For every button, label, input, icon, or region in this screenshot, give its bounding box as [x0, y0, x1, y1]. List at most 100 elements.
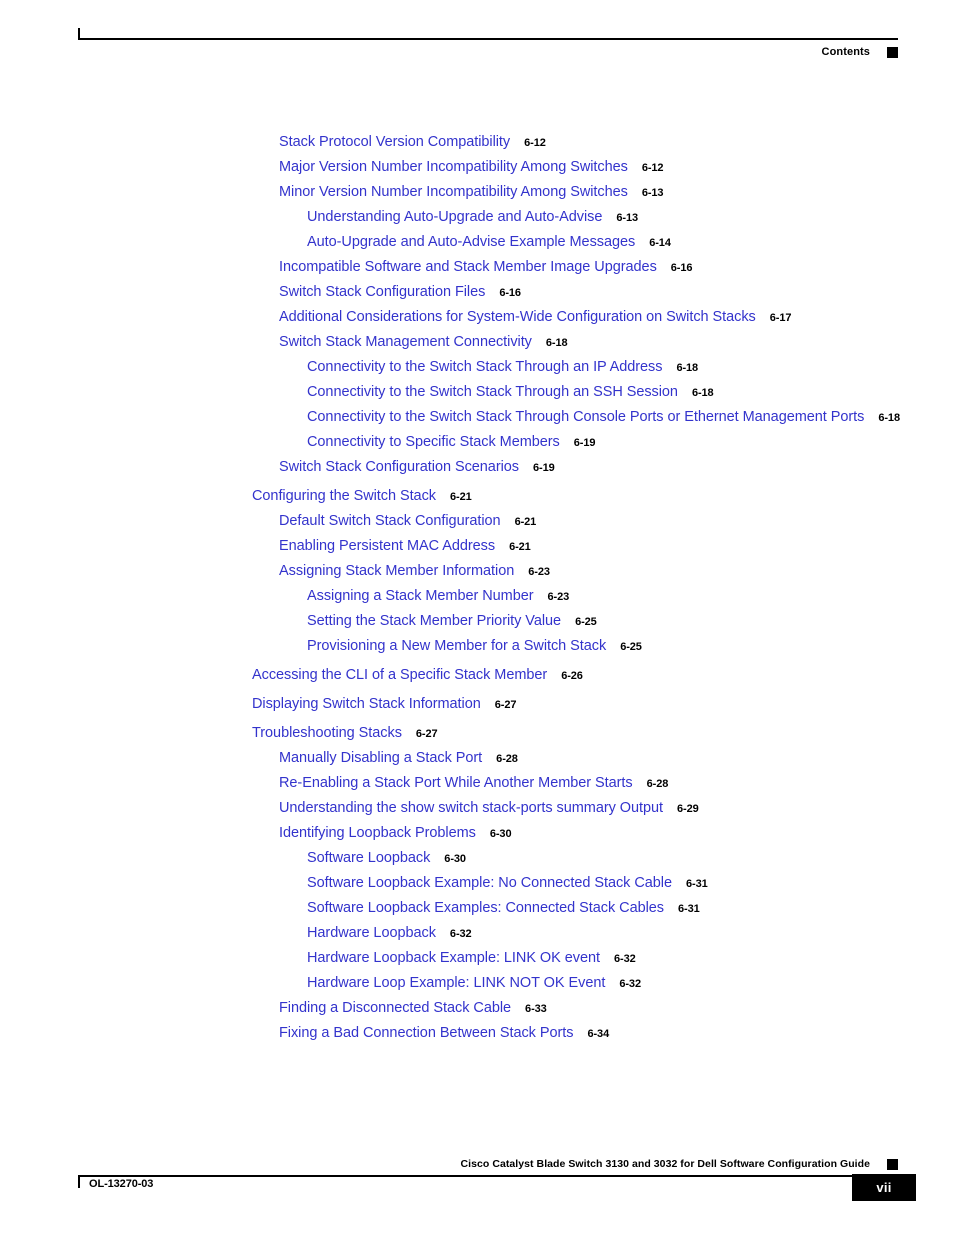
toc-entry-page-number: 6-21	[514, 516, 537, 528]
toc-entry-title[interactable]: Hardware Loopback	[307, 925, 436, 941]
toc-entry-page-number: 6-21	[449, 491, 472, 503]
toc-entry-title[interactable]: Stack Protocol Version Compatibility	[279, 134, 510, 150]
toc-entry-title[interactable]: Re-Enabling a Stack Port While Another M…	[279, 775, 633, 791]
toc-entry-page-number: 6-28	[496, 753, 518, 765]
footer-rule-tick	[78, 1175, 80, 1188]
toc-entry[interactable]: Provisioning a New Member for a Switch S…	[0, 638, 954, 663]
toc-entry-page-number: 6-32	[619, 978, 641, 990]
toc-entry[interactable]: Fixing a Bad Connection Between Stack Po…	[0, 1025, 954, 1050]
toc-entry-title[interactable]: Fixing a Bad Connection Between Stack Po…	[279, 1025, 574, 1041]
toc-entry[interactable]: Switch Stack Management Connectivity 6-18	[0, 334, 954, 359]
toc-entry-page-number: 6-18	[691, 387, 714, 399]
toc-entry-title[interactable]: Configuring the Switch Stack	[252, 488, 436, 504]
toc-entry-title[interactable]: Switch Stack Configuration Scenarios	[279, 459, 519, 475]
toc-entry-title[interactable]: Additional Considerations for System-Wid…	[279, 309, 756, 325]
toc-entry-page-number: 6-34	[587, 1028, 610, 1040]
toc-entry[interactable]: Additional Considerations for System-Wid…	[0, 309, 954, 334]
toc-entry-title[interactable]: Understanding Auto-Upgrade and Auto-Advi…	[307, 209, 602, 225]
toc-entry-page-number: 6-16	[670, 262, 693, 274]
toc-entry-title[interactable]: Assigning a Stack Member Number	[307, 588, 534, 604]
toc-entry[interactable]: Enabling Persistent MAC Address 6-21	[0, 538, 954, 563]
toc-entry[interactable]: Major Version Number Incompatibility Amo…	[0, 159, 954, 184]
toc-entry[interactable]: Configuring the Switch Stack 6-21	[0, 488, 954, 513]
toc-entry[interactable]: Hardware Loopback Example: LINK OK event…	[0, 950, 954, 975]
toc-entry[interactable]: Minor Version Number Incompatibility Amo…	[0, 184, 954, 209]
toc-entry[interactable]: Identifying Loopback Problems 6-30	[0, 825, 954, 850]
toc-entry-title[interactable]: Switch Stack Configuration Files	[279, 284, 485, 300]
toc-entry-page-number: 6-18	[878, 412, 900, 424]
toc-entry-title[interactable]: Manually Disabling a Stack Port	[279, 750, 482, 766]
toc-entry-title[interactable]: Connectivity to Specific Stack Members	[307, 434, 560, 450]
toc-entry-page-number: 6-31	[677, 903, 700, 915]
toc-entry[interactable]: Understanding the show switch stack-port…	[0, 800, 954, 825]
toc-entry-title[interactable]: Default Switch Stack Configuration	[279, 513, 501, 529]
toc-entry[interactable]: Setting the Stack Member Priority Value 6…	[0, 613, 954, 638]
toc-entry-page-number: 6-21	[509, 541, 531, 553]
toc-entry[interactable]: Assigning a Stack Member Number 6-23	[0, 588, 954, 613]
toc-entry[interactable]: Connectivity to Specific Stack Members 6-…	[0, 434, 954, 459]
toc-entry-title[interactable]: Hardware Loop Example: LINK NOT OK Event	[307, 975, 605, 991]
toc-entry[interactable]: Hardware Loopback 6-32	[0, 925, 954, 950]
toc-entry-title[interactable]: Hardware Loopback Example: LINK OK event	[307, 950, 600, 966]
toc-entry-title[interactable]: Connectivity to the Switch Stack Through…	[307, 384, 678, 400]
toc-entry-title[interactable]: Displaying Switch Stack Information	[252, 696, 481, 712]
toc-entry[interactable]: Software Loopback 6-30	[0, 850, 954, 875]
toc-entry-title[interactable]: Enabling Persistent MAC Address	[279, 538, 495, 554]
toc-entry[interactable]: Switch Stack Configuration Files 6-16	[0, 284, 954, 309]
toc-entry-title[interactable]: Assigning Stack Member Information	[279, 563, 514, 579]
toc-entry[interactable]: Displaying Switch Stack Information 6-27	[0, 696, 954, 721]
toc-entry[interactable]: Re-Enabling a Stack Port While Another M…	[0, 775, 954, 800]
toc-entry[interactable]: Auto-Upgrade and Auto-Advise Example Mes…	[0, 234, 954, 259]
page-footer: Cisco Catalyst Blade Switch 3130 and 303…	[78, 1158, 916, 1218]
toc-entry-page-number: 6-30	[489, 828, 512, 840]
toc-entry-title[interactable]: Finding a Disconnected Stack Cable	[279, 1000, 511, 1016]
toc-entry-title[interactable]: Understanding the show switch stack-port…	[279, 800, 663, 816]
toc-entry-page-number: 6-13	[616, 212, 638, 224]
toc-entry-page-number: 6-12	[641, 162, 664, 174]
toc-entry-page-number: 6-19	[573, 437, 596, 449]
toc-entry-page-number: 6-30	[444, 853, 466, 865]
toc-entry[interactable]: Assigning Stack Member Information 6-23	[0, 563, 954, 588]
footer-marker-square-icon	[887, 1159, 898, 1170]
footer-document-number: OL-13270-03	[89, 1178, 154, 1190]
page-header: Contents	[78, 28, 898, 68]
toc-entry-title[interactable]: Auto-Upgrade and Auto-Advise Example Mes…	[307, 234, 635, 250]
toc-entry[interactable]: Understanding Auto-Upgrade and Auto-Advi…	[0, 209, 954, 234]
toc-entry[interactable]: Manually Disabling a Stack Port 6-28	[0, 750, 954, 775]
toc-entry-title[interactable]: Software Loopback	[307, 850, 430, 866]
toc-entry[interactable]: Hardware Loop Example: LINK NOT OK Event…	[0, 975, 954, 1000]
toc-entry[interactable]: Switch Stack Configuration Scenarios 6-19	[0, 459, 954, 484]
table-of-contents: Stack Protocol Version Compatibility 6-12…	[0, 134, 954, 1050]
toc-entry[interactable]: Stack Protocol Version Compatibility 6-12	[0, 134, 954, 159]
toc-entry[interactable]: Connectivity to the Switch Stack Through…	[0, 409, 954, 434]
header-rule	[78, 38, 898, 40]
toc-entry[interactable]: Connectivity to the Switch Stack Through…	[0, 384, 954, 409]
toc-entry-page-number: 6-18	[676, 362, 699, 374]
toc-entry-title[interactable]: Identifying Loopback Problems	[279, 825, 476, 841]
toc-entry-title[interactable]: Connectivity to the Switch Stack Through…	[307, 409, 864, 425]
toc-entry-title[interactable]: Connectivity to the Switch Stack Through…	[307, 359, 662, 375]
toc-entry[interactable]: Accessing the CLI of a Specific Stack Me…	[0, 667, 954, 692]
toc-entry[interactable]: Connectivity to the Switch Stack Through…	[0, 359, 954, 384]
toc-entry-title[interactable]: Setting the Stack Member Priority Value	[307, 613, 561, 629]
toc-entry[interactable]: Troubleshooting Stacks 6-27	[0, 725, 954, 750]
document-page: Contents Stack Protocol Version Compatib…	[0, 0, 954, 1235]
toc-entry[interactable]: Software Loopback Example: No Connected …	[0, 875, 954, 900]
toc-entry-title[interactable]: Accessing the CLI of a Specific Stack Me…	[252, 667, 547, 683]
toc-entry-title[interactable]: Software Loopback Examples: Connected St…	[307, 900, 664, 916]
toc-entry[interactable]: Incompatible Software and Stack Member I…	[0, 259, 954, 284]
toc-entry-title[interactable]: Software Loopback Example: No Connected …	[307, 875, 672, 891]
toc-entry-title[interactable]: Minor Version Number Incompatibility Amo…	[279, 184, 628, 200]
toc-entry-page-number: 6-18	[545, 337, 568, 349]
toc-entry-title[interactable]: Switch Stack Management Connectivity	[279, 334, 532, 350]
header-section-label: Contents	[821, 46, 870, 58]
toc-entry-title[interactable]: Troubleshooting Stacks	[252, 725, 402, 741]
toc-entry-page-number: 6-32	[449, 928, 472, 940]
toc-entry[interactable]: Finding a Disconnected Stack Cable 6-33	[0, 1000, 954, 1025]
toc-entry[interactable]: Software Loopback Examples: Connected St…	[0, 900, 954, 925]
toc-entry-title[interactable]: Major Version Number Incompatibility Amo…	[279, 159, 628, 175]
toc-entry-title[interactable]: Provisioning a New Member for a Switch S…	[307, 638, 606, 654]
toc-entry[interactable]: Default Switch Stack Configuration 6-21	[0, 513, 954, 538]
toc-entry-title[interactable]: Incompatible Software and Stack Member I…	[279, 259, 657, 275]
toc-entry-page-number: 6-23	[528, 566, 550, 578]
